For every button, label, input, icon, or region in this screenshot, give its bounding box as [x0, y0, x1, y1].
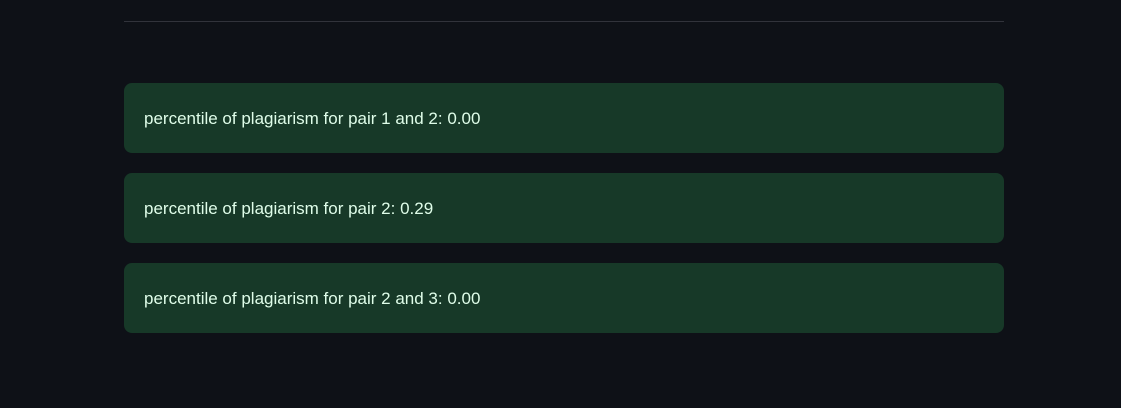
success-alert: percentile of plagiarism for pair 2: 0.2… — [124, 173, 1004, 243]
alert-text: percentile of plagiarism for pair 1 and … — [144, 108, 481, 128]
success-alert: percentile of plagiarism for pair 1 and … — [124, 83, 1004, 153]
success-alert: percentile of plagiarism for pair 2 and … — [124, 263, 1004, 333]
alert-text: percentile of plagiarism for pair 2 and … — [144, 288, 481, 308]
alert-text: percentile of plagiarism for pair 2: 0.2… — [144, 198, 434, 218]
horizontal-divider — [124, 21, 1004, 22]
results-list: percentile of plagiarism for pair 1 and … — [124, 83, 1004, 333]
